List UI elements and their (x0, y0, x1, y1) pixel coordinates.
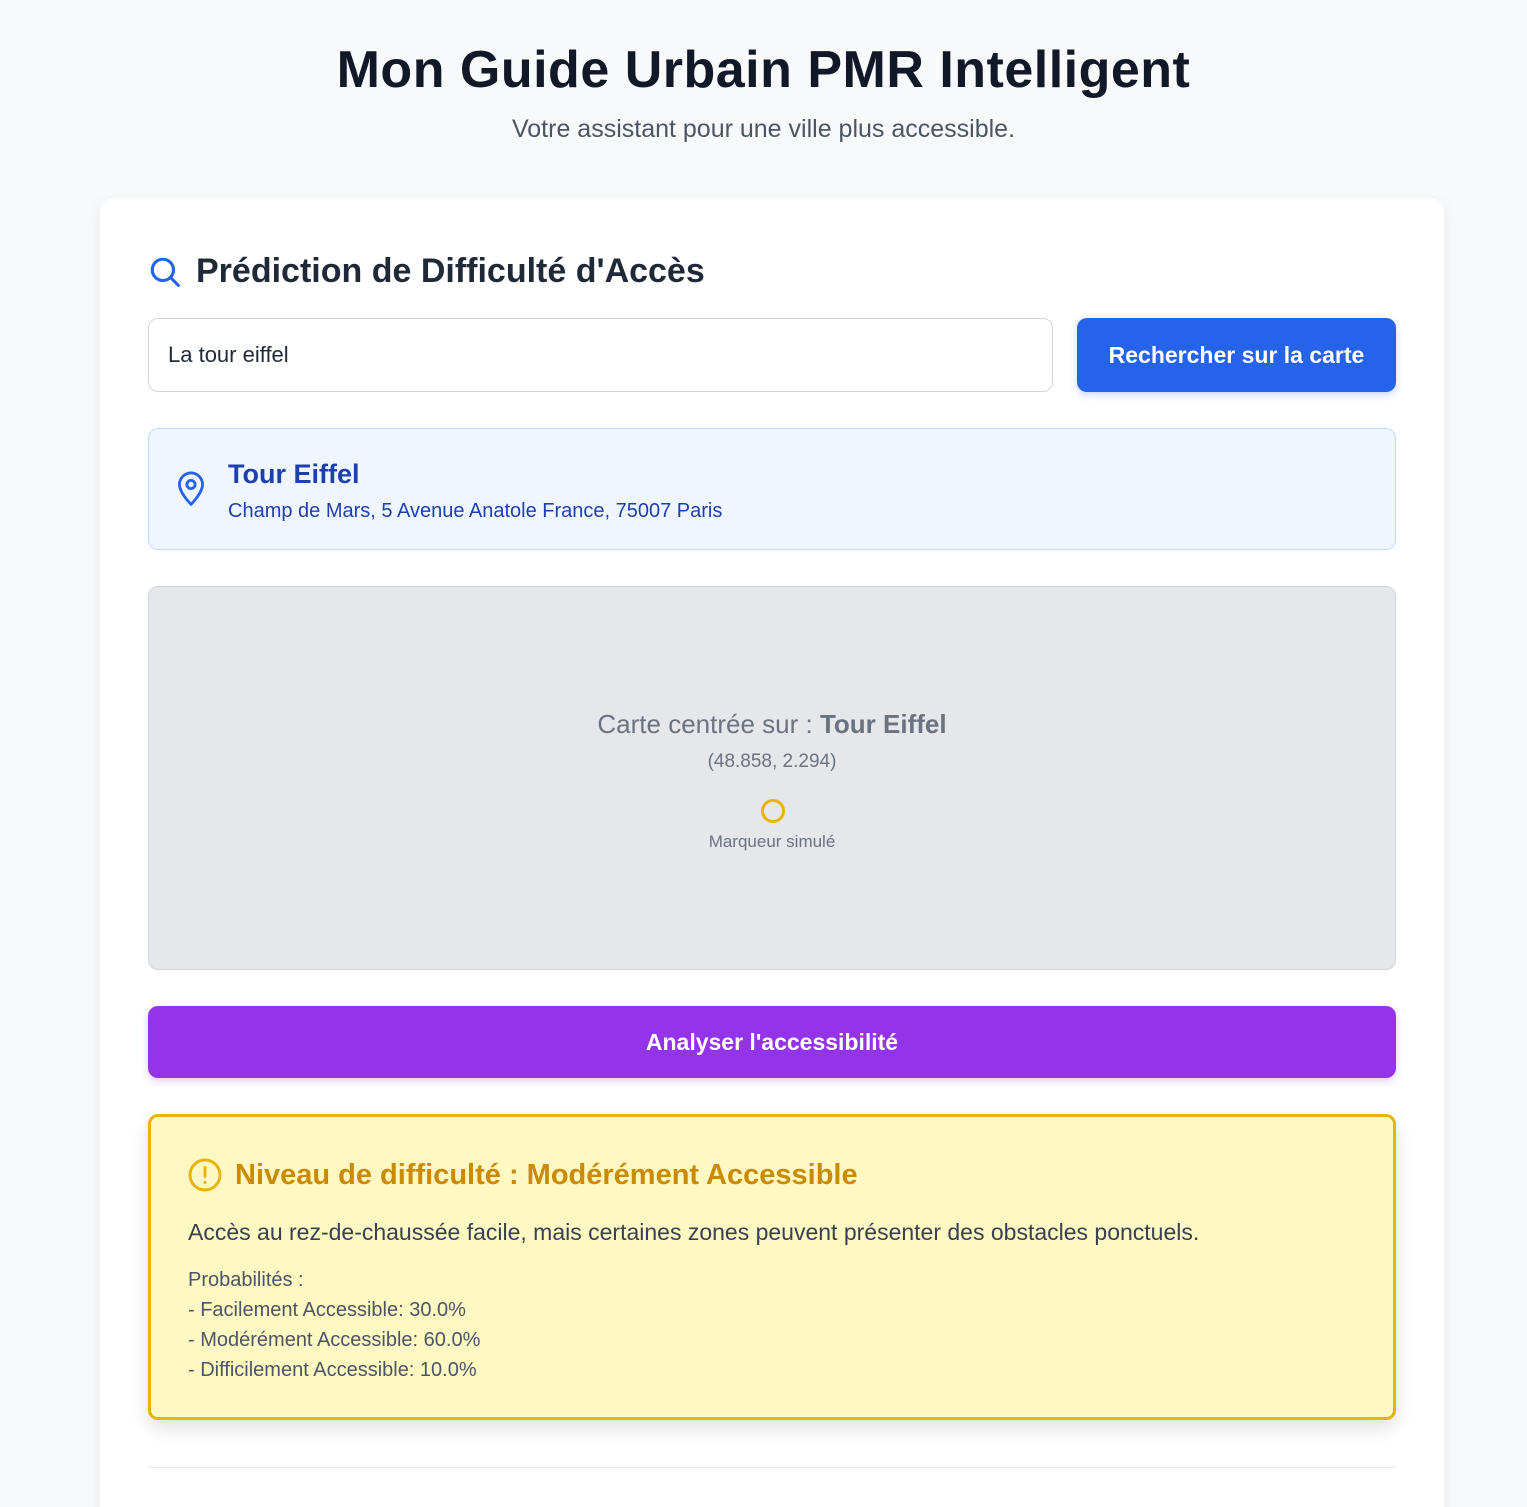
map-caption-place: Tour Eiffel (819, 709, 947, 739)
app-title: Mon Guide Urbain PMR Intelligent (336, 41, 1191, 99)
search-row: Rechercher sur la carte (148, 318, 1396, 392)
result-title-text: Niveau de difficulté : Modérément Access… (235, 1158, 858, 1191)
map-pin-icon (178, 471, 204, 506)
map-caption-prefix: Carte centrée sur : (597, 709, 820, 739)
divider (148, 1467, 1396, 1468)
map-view[interactable]: Carte centrée sur : Tour Eiffel (48.858,… (148, 586, 1396, 970)
map-caption: Carte centrée sur : Tour Eiffel (149, 709, 1395, 740)
probabilities-header: Probabilités : (188, 1269, 304, 1291)
probability-item: - Difficilement Accessible: 10.0% (188, 1359, 477, 1381)
result-description: Accès au rez-de-chaussée facile, mais ce… (188, 1219, 1200, 1245)
result-title: Niveau de difficulté : Modérément Access… (187, 1157, 858, 1193)
difficulty-result: Niveau de difficulté : Modérément Access… (148, 1114, 1396, 1420)
probability-item: - Facilement Accessible: 30.0% (188, 1299, 466, 1321)
probability-item: - Modérément Accessible: 60.0% (188, 1329, 481, 1351)
alert-circle-icon (188, 1158, 222, 1192)
search-map-button[interactable]: Rechercher sur la carte (1077, 318, 1396, 392)
section-title: Prédiction de Difficulté d'Accès (148, 252, 705, 291)
app-subtitle: Votre assistant pour une ville plus acce… (511, 115, 1016, 143)
search-icon (150, 257, 181, 287)
location-result: Tour Eiffel Champ de Mars, 5 Avenue Anat… (148, 428, 1396, 550)
probabilities-list: Probabilités : - Facilement Accessible: … (188, 1265, 480, 1385)
map-marker-label: Marqueur simulé (708, 832, 836, 851)
app-header: Mon Guide Urbain PMR Intelligent Votre a… (0, 38, 1527, 144)
map-marker-icon[interactable] (761, 799, 785, 823)
map-coordinates: (48.858, 2.294) (707, 751, 837, 772)
analyze-accessibility-button[interactable]: Analyser l'accessibilité (148, 1006, 1396, 1078)
prediction-card: Prédiction de Difficulté d'Accès Recherc… (100, 198, 1444, 1507)
search-input[interactable] (148, 318, 1053, 392)
section-title-text: Prédiction de Difficulté d'Accès (196, 252, 705, 290)
location-name: Tour Eiffel (228, 459, 360, 489)
location-address: Champ de Mars, 5 Avenue Anatole France, … (228, 500, 723, 522)
